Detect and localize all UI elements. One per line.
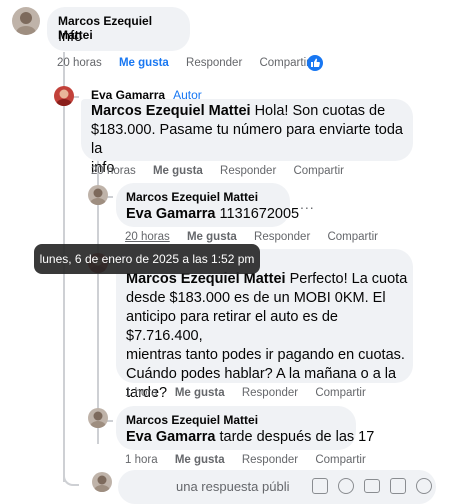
comment-time[interactable]: 1 hora: [125, 387, 158, 399]
comment-time[interactable]: 20 horas: [125, 231, 170, 243]
comment-text-line-1: Hola! Son cuotas de: [254, 103, 386, 119]
avatar[interactable]: [88, 185, 108, 205]
emoji-icon[interactable]: [338, 478, 354, 494]
comment-author[interactable]: Marcos Ezequiel Mattei: [126, 190, 258, 204]
like-button[interactable]: Me gusta: [175, 454, 225, 466]
comment-bubble: Marcos Ezequiel Mattei Hola! Son cuotas …: [81, 99, 413, 176]
gif-icon[interactable]: [390, 478, 406, 494]
comment-text-line-2: desde $183.000 es de un MOBI 0KM. El: [126, 290, 386, 306]
reply-input[interactable]: una respuesta públi: [118, 470, 436, 504]
comment-text-line-3: anticipo para retirar el auto es de $7.7…: [126, 309, 338, 344]
like-button[interactable]: Me gusta: [119, 57, 169, 69]
sticker-icon[interactable]: [312, 478, 328, 494]
share-button[interactable]: Compartir: [327, 231, 377, 243]
comment-text-body: 1131672005: [219, 206, 300, 222]
avatar[interactable]: [92, 472, 112, 492]
comment-text: Eva Gamarra tarde después de las 17: [126, 428, 374, 447]
timestamp-tooltip: lunes, 6 de enero de 2025 a las 1:52 pm: [34, 244, 260, 274]
reply-button[interactable]: Responder: [220, 165, 276, 177]
thread-curve-reply-box: [63, 466, 79, 486]
comment-text-line-1: Perfecto! La cuota: [289, 271, 408, 287]
mention-link[interactable]: Eva Gamarra: [126, 206, 215, 222]
comment-text-line-2: $183.000. Pasame tu número para enviarte…: [91, 122, 403, 157]
avatar-photo: [94, 475, 110, 492]
avatar-photo: [90, 188, 106, 205]
comment-time[interactable]: 20 horas: [57, 57, 102, 69]
comment-text: Info: [58, 29, 83, 45]
comment-text: Marcos Ezequiel Mattei Perfecto! La cuot…: [126, 270, 412, 403]
comment-actions: 20 horas Me gusta Responder Compartir: [125, 231, 392, 243]
comment-actions: 1 hora Me gusta Responder Compartir: [125, 454, 380, 466]
like-reaction-icon[interactable]: [307, 55, 323, 71]
camera-icon[interactable]: [364, 479, 380, 493]
comment-time[interactable]: 20 horas: [91, 165, 136, 177]
share-button[interactable]: Compartir: [315, 454, 365, 466]
comment-actions: 1 hora Me gusta Responder Compartir: [125, 387, 380, 399]
share-button[interactable]: Compartir: [315, 387, 365, 399]
comment-bubble: Marcos Ezequiel Mattei Eva Gamarra 11316…: [116, 183, 299, 227]
reply-button[interactable]: Responder: [242, 454, 298, 466]
comment-author[interactable]: Marcos Ezequiel Mattei: [126, 413, 258, 427]
avatar-photo: [56, 89, 72, 106]
comment-text: Eva Gamarra 1131672005: [126, 205, 299, 224]
reply-button[interactable]: Responder: [254, 231, 310, 243]
avatar[interactable]: [54, 86, 74, 106]
comment-text-body: tarde después de las 17: [219, 429, 375, 445]
comment-actions: 20 horas Me gusta Responder Compartir: [91, 165, 358, 177]
share-button[interactable]: Compartir: [293, 165, 343, 177]
more-options-icon[interactable]: ...: [300, 196, 315, 212]
comment-text-line-4: mientras tanto podes ir pagando en cuota…: [126, 347, 405, 363]
reply-button[interactable]: Responder: [242, 387, 298, 399]
comment-bubble: Marcos Ezequiel Mattei Eva Gamarra tarde…: [116, 406, 374, 450]
avatar-photo: [16, 12, 36, 35]
like-button[interactable]: Me gusta: [153, 165, 203, 177]
share-button[interactable]: Compartir: [259, 57, 309, 69]
like-button[interactable]: Me gusta: [175, 387, 225, 399]
comment-actions: 20 horas Me gusta Responder Compartir: [57, 57, 324, 69]
mention-link[interactable]: Eva Gamarra: [126, 429, 215, 445]
avatar-sticker-icon[interactable]: [416, 478, 432, 494]
avatar[interactable]: [88, 408, 108, 428]
comment-text-line-5: Cuándo podes hablar? A la mañana o a la: [126, 366, 397, 382]
comment-time[interactable]: 1 hora: [125, 454, 158, 466]
mention-link[interactable]: Marcos Ezequiel Mattei: [91, 103, 251, 119]
avatar[interactable]: [12, 7, 40, 35]
comment-bubble: Marcos Ezequiel Mattei Info: [47, 7, 190, 51]
avatar-photo: [90, 411, 106, 428]
like-button[interactable]: Me gusta: [187, 231, 237, 243]
reply-placeholder: una respuesta públi: [176, 479, 290, 494]
reply-button[interactable]: Responder: [186, 57, 242, 69]
